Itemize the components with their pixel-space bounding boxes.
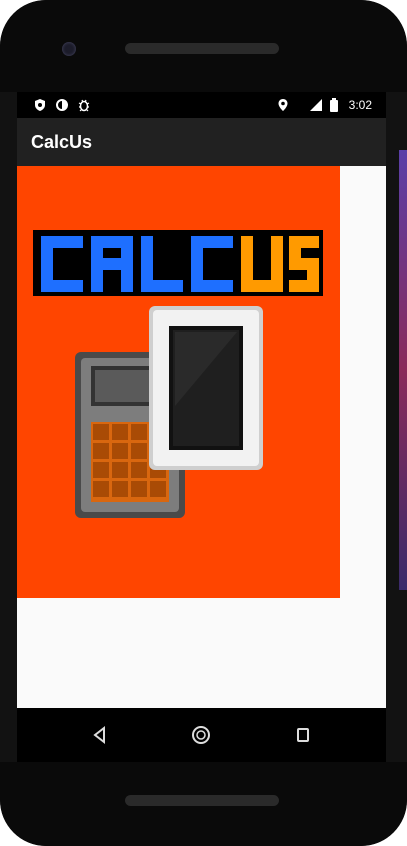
bottom-bezel	[0, 762, 407, 846]
content-area	[17, 166, 386, 708]
phone-graphic	[149, 306, 263, 470]
app-title: CalcUs	[31, 132, 93, 152]
signal-icon	[310, 99, 322, 111]
home-icon[interactable]	[189, 723, 213, 747]
recents-icon[interactable]	[291, 723, 315, 747]
calcus-wordmark	[33, 230, 323, 296]
status-bar: 3:02	[17, 92, 386, 118]
shield-icon	[35, 99, 45, 111]
location-icon	[278, 99, 288, 111]
top-bezel	[0, 0, 407, 92]
bug-icon	[78, 99, 90, 112]
background-edge	[399, 150, 407, 590]
screen: 3:02 CalcUs	[17, 92, 386, 762]
clock: 3:02	[348, 98, 372, 112]
sync-icon	[56, 99, 68, 111]
front-camera	[62, 42, 76, 56]
splash-image	[17, 166, 340, 598]
calcus-logo-illustration	[33, 230, 323, 518]
earpiece-speaker	[125, 43, 279, 54]
battery-icon	[330, 98, 338, 112]
app-bar: CalcUs	[17, 118, 386, 166]
back-icon[interactable]	[88, 723, 112, 747]
navigation-bar	[17, 708, 386, 762]
device-frame: 3:02 CalcUs	[0, 0, 407, 846]
bottom-speaker	[125, 795, 279, 806]
